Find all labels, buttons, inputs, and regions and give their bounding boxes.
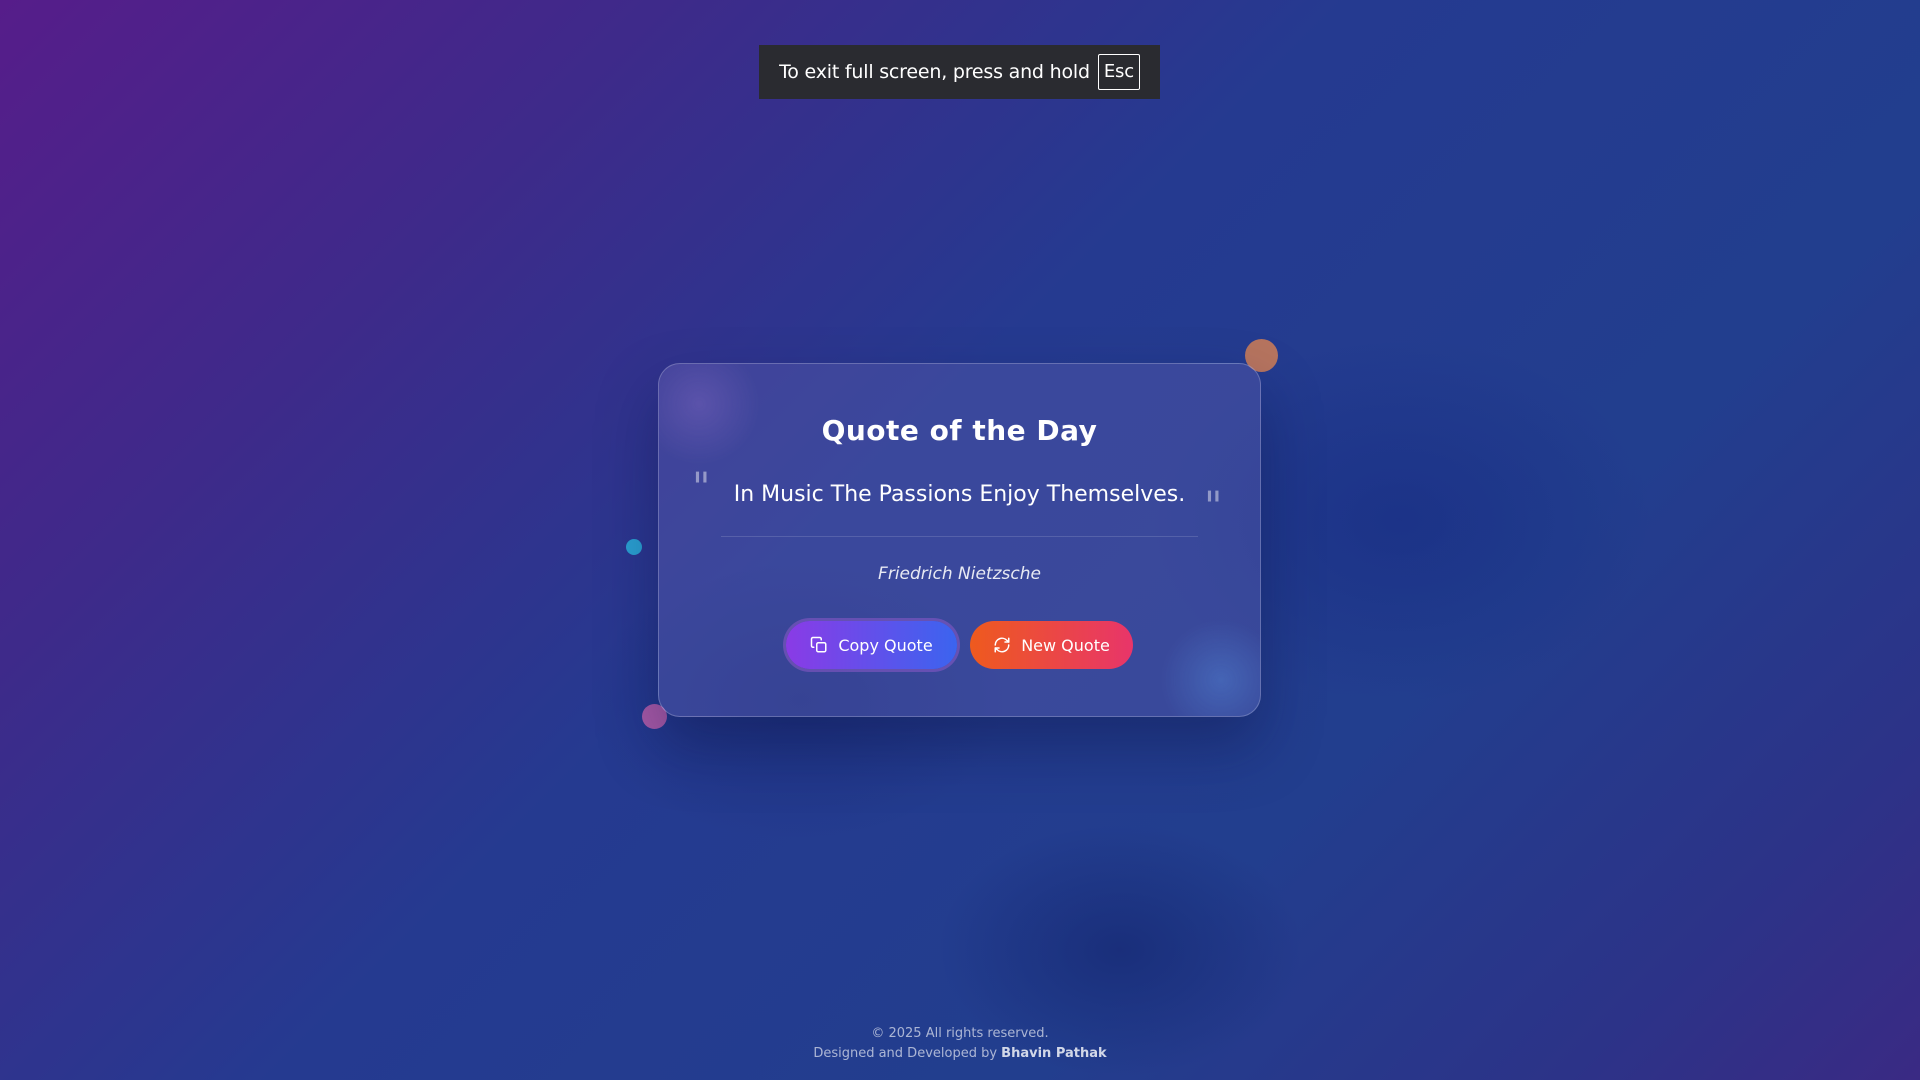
esc-key-badge: Esc <box>1097 54 1140 90</box>
developer-name: Bhavin Pathak <box>1001 1046 1107 1061</box>
close-quote-mark-icon: " <box>1204 484 1223 530</box>
quote-author: Friedrich Nietzsche <box>878 564 1041 584</box>
new-quote-button[interactable]: New Quote <box>970 621 1133 669</box>
open-quote-mark-icon: " <box>692 465 711 511</box>
copy-quote-label: Copy Quote <box>838 635 933 655</box>
fullscreen-exit-notice: To exit full screen, press and hold Esc <box>759 45 1160 99</box>
page-footer: © 2025 All rights reserved. Designed and… <box>0 1024 1920 1064</box>
credit-line: Designed and Developed by Bhavin Pathak <box>0 1044 1920 1064</box>
divider <box>721 536 1198 537</box>
refresh-icon <box>993 636 1011 654</box>
card-title: Quote of the Day <box>821 414 1098 447</box>
fullscreen-notice-text: To exit full screen, press and hold <box>779 61 1090 83</box>
copy-quote-button[interactable]: Copy Quote <box>786 621 957 669</box>
decorative-dot-blue <box>626 539 642 555</box>
copyright-text: © 2025 All rights reserved. <box>871 1026 1049 1041</box>
copy-icon <box>810 636 828 654</box>
quote-text: In Music The Passions Enjoy Themselves. <box>733 482 1186 507</box>
new-quote-label: New Quote <box>1021 635 1110 655</box>
credit-prefix: Designed and Developed by <box>813 1046 998 1061</box>
quote-card: Quote of the Day " In Music The Passions… <box>658 363 1261 717</box>
